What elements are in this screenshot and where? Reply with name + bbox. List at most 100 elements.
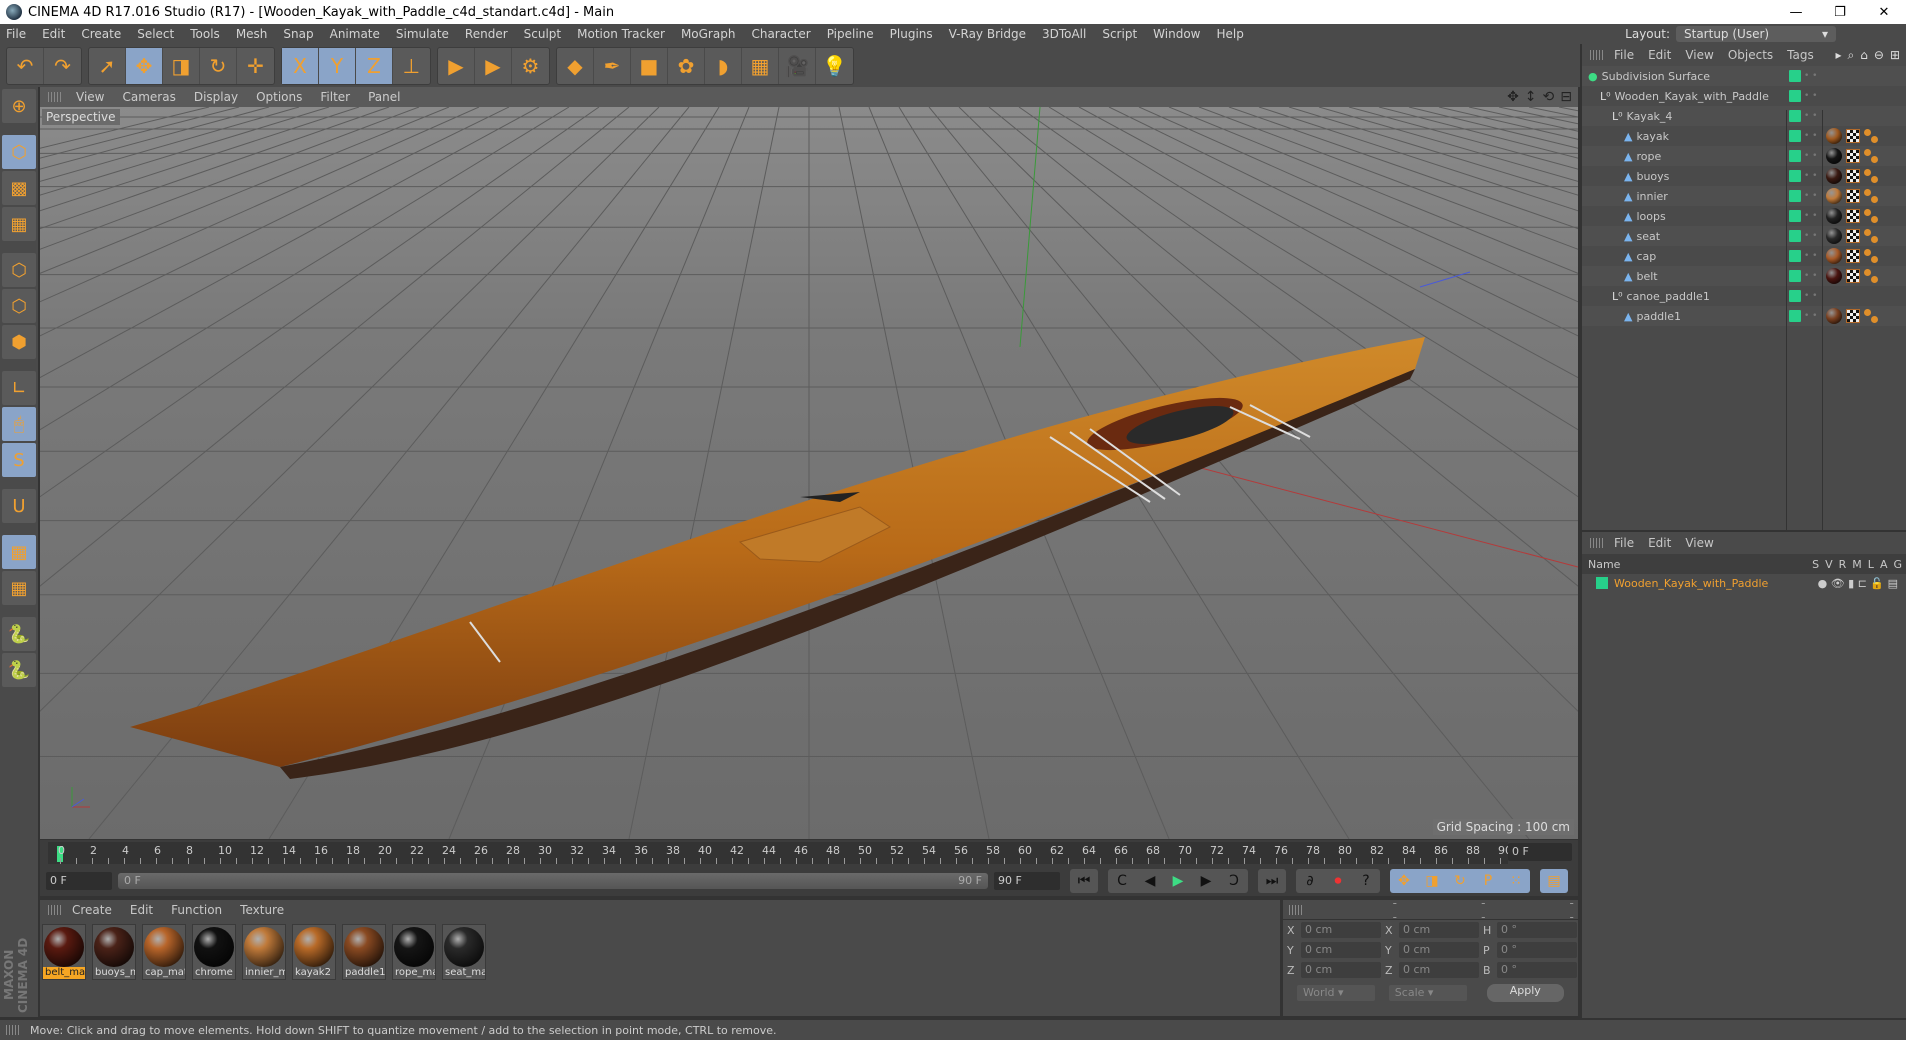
- panel-grip[interactable]: [1590, 538, 1604, 548]
- menu-motion-tracker[interactable]: Motion Tracker: [577, 27, 665, 41]
- material-swatch[interactable]: chrome: [192, 924, 236, 980]
- phong-tag-icon[interactable]: [1864, 149, 1878, 163]
- uvw-tag-icon[interactable]: [1846, 249, 1860, 263]
- undo-icon[interactable]: ↶: [7, 47, 44, 84]
- material-swatch[interactable]: paddle1: [342, 924, 386, 980]
- key-pla-icon[interactable]: ⁙: [1502, 873, 1530, 889]
- restore-button[interactable]: ❐: [1818, 0, 1862, 24]
- render-toggle-dots[interactable]: • •: [1804, 92, 1817, 101]
- kayak-model[interactable]: [130, 337, 1425, 779]
- subdivision-icon[interactable]: ■: [631, 47, 668, 84]
- y-axis-icon[interactable]: Y: [319, 47, 356, 84]
- visibility-swatch[interactable]: [1789, 190, 1801, 202]
- start-frame-field[interactable]: 0 F: [46, 872, 112, 890]
- panel-grip[interactable]: [1289, 904, 1303, 915]
- menu-file[interactable]: File: [6, 27, 26, 41]
- material-menu-function[interactable]: Function: [171, 903, 222, 917]
- phong-tag-icon[interactable]: [1864, 129, 1878, 143]
- render-toggle-dots[interactable]: • •: [1804, 232, 1817, 241]
- material-tag-icon[interactable]: [1826, 228, 1842, 244]
- coordinate-field[interactable]: 0 °: [1497, 942, 1577, 958]
- layer-menu-file[interactable]: File: [1614, 536, 1634, 550]
- minimize-button[interactable]: —: [1774, 0, 1818, 24]
- object-name[interactable]: buoys: [1636, 170, 1669, 183]
- search-icon[interactable]: ⌕: [1848, 48, 1855, 63]
- close-button[interactable]: ✕: [1862, 0, 1906, 24]
- menu-select[interactable]: Select: [137, 27, 174, 41]
- menu-help[interactable]: Help: [1216, 27, 1243, 41]
- coordinate-field[interactable]: 0 °: [1497, 922, 1577, 938]
- viewport-menu-panel[interactable]: Panel: [368, 90, 400, 104]
- scale-icon[interactable]: ◨: [163, 47, 200, 84]
- locked-workplane-icon[interactable]: ▦: [2, 535, 36, 569]
- uvw-tag-icon[interactable]: [1846, 169, 1860, 183]
- render-toggle-dots[interactable]: • •: [1804, 152, 1817, 161]
- layer-flag-icons[interactable]: ● 👁 ▮ ⊏ 🔓 ▤: [1818, 577, 1906, 590]
- material-tag-icon[interactable]: [1826, 148, 1842, 164]
- render-toggle-dots[interactable]: • •: [1804, 252, 1817, 261]
- move-icon[interactable]: ✥: [126, 47, 163, 84]
- axis-mode-icon[interactable]: ∟: [2, 371, 36, 405]
- material-swatch[interactable]: kayak2: [292, 924, 336, 980]
- render-toggle-dots[interactable]: • •: [1804, 272, 1817, 281]
- menu-mesh[interactable]: Mesh: [236, 27, 268, 41]
- coordinate-field[interactable]: 0 cm: [1301, 922, 1381, 938]
- menu-animate[interactable]: Animate: [330, 27, 380, 41]
- object-name[interactable]: Subdivision Surface: [1602, 70, 1710, 83]
- coordinate-field[interactable]: 0 cm: [1301, 942, 1381, 958]
- python-icon[interactable]: 🐍: [2, 617, 36, 651]
- camera-label[interactable]: Perspective: [42, 109, 120, 125]
- auto-key-icon[interactable]: ?: [1352, 873, 1380, 889]
- record-keys-icon[interactable]: ⏺: [1324, 873, 1352, 889]
- visibility-swatch[interactable]: [1789, 270, 1801, 282]
- menu-create[interactable]: Create: [81, 27, 121, 41]
- layer-row[interactable]: Wooden_Kayak_with_Paddle ● 👁 ▮ ⊏ 🔓 ▤: [1582, 574, 1906, 592]
- object-row[interactable]: ▲ loops • •: [1582, 206, 1906, 226]
- layer-name[interactable]: Wooden_Kayak_with_Paddle: [1614, 577, 1768, 590]
- new-window-icon[interactable]: ⊞: [1890, 48, 1900, 63]
- visibility-swatch[interactable]: [1789, 90, 1801, 102]
- object-name[interactable]: kayak: [1636, 130, 1669, 143]
- menu-script[interactable]: Script: [1102, 27, 1137, 41]
- phong-tag-icon[interactable]: [1864, 249, 1878, 263]
- light-icon[interactable]: 💡: [816, 48, 853, 84]
- material-tag-icon[interactable]: [1826, 168, 1842, 184]
- timeline-ruler[interactable]: 0 2 4 6 8 10 12 14 16 18 20 22 24 26 28 30 32 34 36 38 40 42 4…: [48, 842, 1512, 864]
- render-picture-viewer-icon[interactable]: ▶: [475, 47, 512, 84]
- material-swatch[interactable]: buoys_mat: [92, 924, 136, 980]
- visibility-swatch[interactable]: [1789, 310, 1801, 322]
- flag-column-m[interactable]: M: [1852, 558, 1862, 571]
- panel-grip[interactable]: [48, 905, 62, 915]
- material-swatch[interactable]: cap_mat: [142, 924, 186, 980]
- layer-menu-edit[interactable]: Edit: [1648, 536, 1671, 550]
- object-row[interactable]: ● Subdivision Surface • •: [1582, 66, 1906, 86]
- object-name[interactable]: canoe_paddle1: [1627, 290, 1710, 303]
- object-row[interactable]: L⁰ Kayak_4 • •: [1582, 106, 1906, 126]
- uvw-tag-icon[interactable]: [1846, 269, 1860, 283]
- menu-simulate[interactable]: Simulate: [396, 27, 449, 41]
- panel-grip[interactable]: [48, 92, 62, 102]
- viewport-menu-cameras[interactable]: Cameras: [122, 90, 175, 104]
- phong-tag-icon[interactable]: [1864, 169, 1878, 183]
- object-name[interactable]: rope: [1636, 150, 1661, 163]
- flag-column-s[interactable]: S: [1812, 558, 1819, 571]
- object-row[interactable]: L⁰ Wooden_Kayak_with_Paddle • •: [1582, 86, 1906, 106]
- maximize-view-icon[interactable]: ⊟: [1560, 89, 1572, 105]
- visibility-swatch[interactable]: [1789, 210, 1801, 222]
- object-name[interactable]: paddle1: [1636, 310, 1681, 323]
- render-toggle-dots[interactable]: • •: [1804, 292, 1817, 301]
- redo-icon[interactable]: ↷: [44, 48, 81, 84]
- uvw-tag-icon[interactable]: [1846, 309, 1860, 323]
- menu-v-ray-bridge[interactable]: V-Ray Bridge: [949, 27, 1026, 41]
- object-menu-file[interactable]: File: [1614, 48, 1634, 62]
- deformer-icon[interactable]: ◗: [705, 47, 742, 84]
- menu-sculpt[interactable]: Sculpt: [524, 27, 561, 41]
- render-toggle-dots[interactable]: • •: [1804, 172, 1817, 181]
- material-swatch[interactable]: innier_mat: [242, 924, 286, 980]
- coordinate-field[interactable]: 0 cm: [1399, 922, 1479, 938]
- visibility-swatch[interactable]: [1789, 230, 1801, 242]
- play-icon[interactable]: ▶: [1164, 873, 1192, 889]
- render-settings-icon[interactable]: ⚙: [512, 48, 549, 84]
- object-name[interactable]: belt: [1636, 270, 1657, 283]
- coordinate-mode-dropdown[interactable]: Scale ▾: [1388, 985, 1467, 1001]
